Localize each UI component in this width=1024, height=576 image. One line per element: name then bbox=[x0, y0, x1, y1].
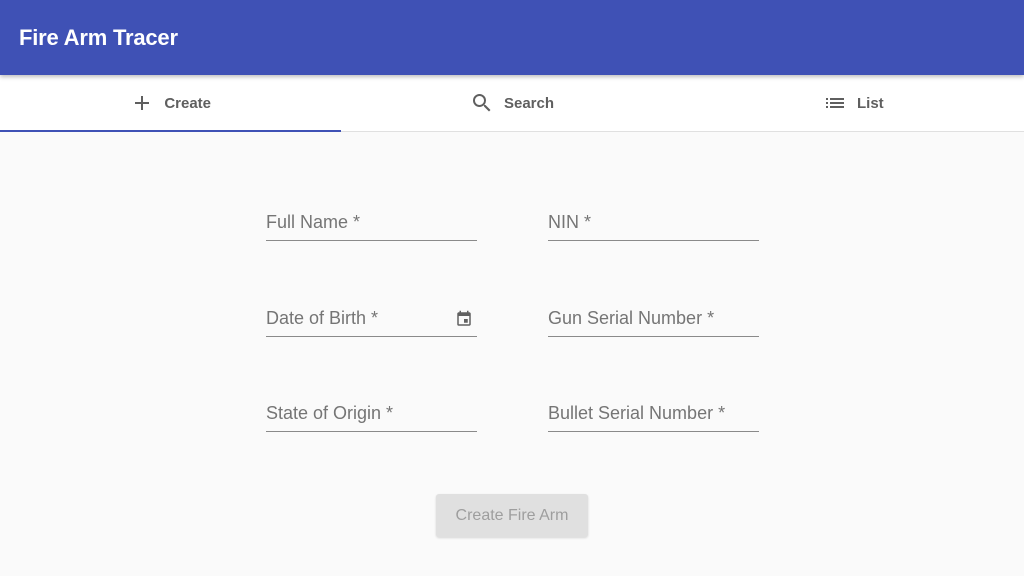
list-icon bbox=[823, 91, 847, 115]
tab-list[interactable]: List bbox=[683, 75, 1024, 131]
tab-search-label: Search bbox=[503, 94, 555, 112]
bullet-serial-input[interactable] bbox=[548, 403, 759, 431]
full-name-input[interactable] bbox=[266, 212, 477, 240]
date-of-birth-field bbox=[266, 285, 477, 337]
app-toolbar: Fire Arm Tracer bbox=[0, 0, 1024, 75]
create-fire-arm-button[interactable]: Create Fire Arm bbox=[436, 494, 588, 537]
plus-icon bbox=[130, 91, 154, 115]
state-of-origin-field bbox=[266, 380, 477, 432]
tab-list-label: List bbox=[856, 94, 884, 112]
search-icon bbox=[470, 91, 494, 115]
gun-serial-input[interactable] bbox=[548, 308, 759, 336]
tab-bar: Create Search List bbox=[0, 75, 1024, 132]
nin-input[interactable] bbox=[548, 212, 759, 240]
tab-create-label: Create bbox=[164, 94, 212, 112]
date-of-birth-input[interactable] bbox=[266, 308, 477, 336]
tab-search[interactable]: Search bbox=[341, 75, 682, 131]
nin-field bbox=[548, 189, 759, 241]
app-title: Fire Arm Tracer bbox=[19, 24, 178, 50]
tab-create[interactable]: Create bbox=[0, 75, 342, 132]
full-name-field bbox=[266, 189, 477, 241]
bullet-serial-field bbox=[548, 380, 759, 432]
calendar-icon[interactable] bbox=[455, 310, 473, 328]
state-of-origin-input[interactable] bbox=[266, 403, 477, 431]
gun-serial-field bbox=[548, 285, 759, 337]
